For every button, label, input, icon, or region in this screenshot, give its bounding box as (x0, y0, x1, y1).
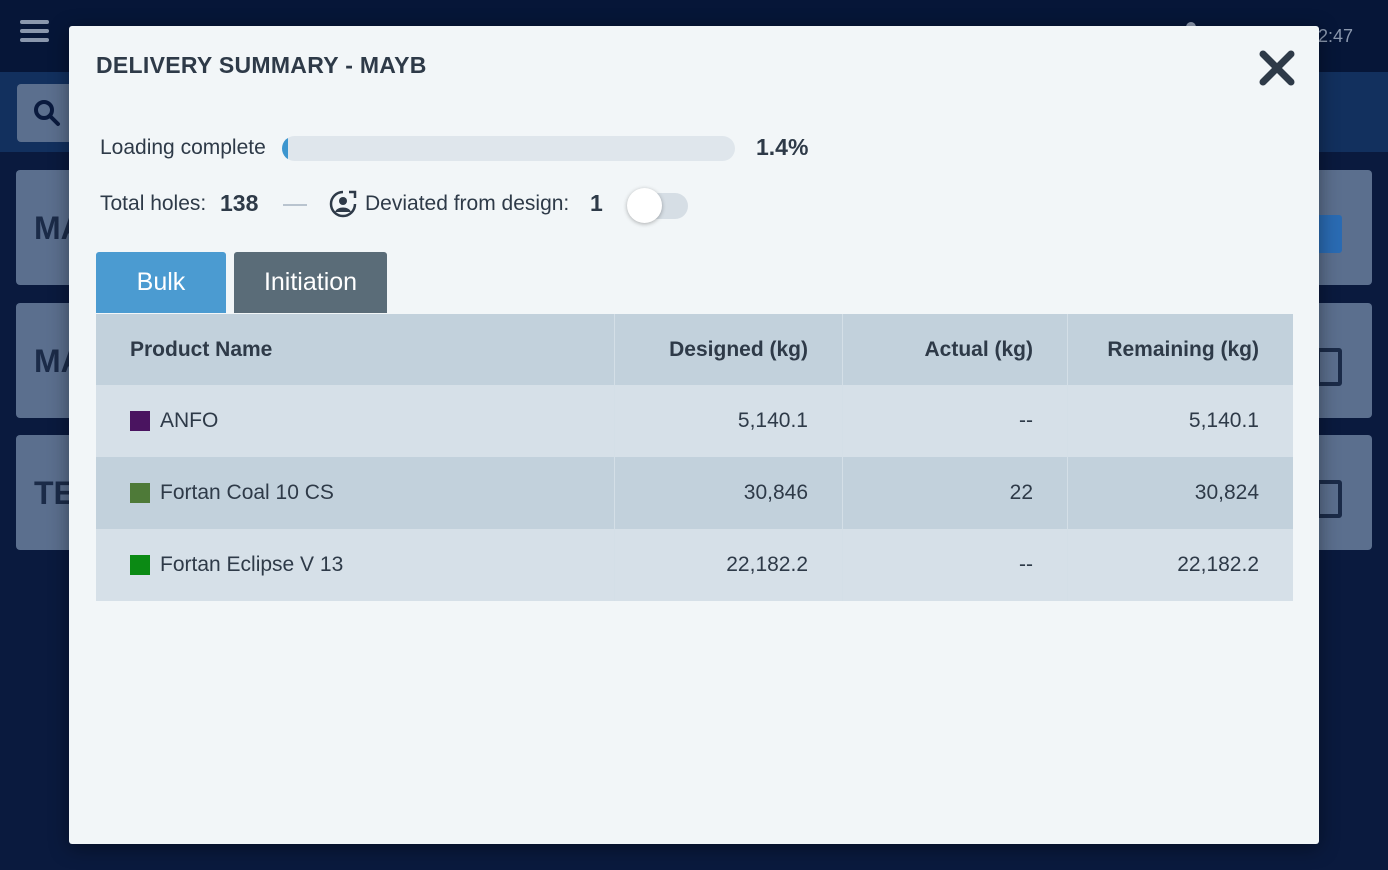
separator-dash (283, 204, 307, 206)
actual-cell: 22 (842, 457, 1067, 529)
modal-title: DELIVERY SUMMARY - MAYB (96, 52, 427, 78)
loading-progress-fill (282, 136, 289, 161)
product-name-cell: Fortan Coal 10 CS (96, 457, 614, 529)
clipboard-icon[interactable] (1316, 480, 1342, 518)
loading-progress-bar (282, 136, 735, 161)
deviated-icon (329, 190, 357, 218)
designed-cell: 5,140.1 (614, 385, 842, 457)
loading-percentage: 1.4% (756, 134, 809, 160)
column-header-product-name: Product Name (130, 337, 273, 361)
table-header: Product Name Designed (kg) Actual (kg) R… (96, 314, 1293, 385)
product-name-cell: Fortan Eclipse V 13 (96, 529, 614, 601)
table-row: Fortan Coal 10 CS 30,846 22 30,824 (96, 457, 1293, 529)
actual-cell: -- (842, 385, 1067, 457)
total-holes-value: 138 (220, 190, 259, 216)
designed-cell: 22,182.2 (614, 529, 842, 601)
designed-cell: 30,846 (614, 457, 842, 529)
product-name: ANFO (160, 409, 219, 432)
toggle-knob (627, 188, 662, 223)
delivery-summary-modal: DELIVERY SUMMARY - MAYB Loading complete… (69, 26, 1319, 844)
product-name-cell: ANFO (96, 385, 614, 457)
deviated-toggle[interactable] (627, 188, 688, 223)
remaining-cell: 30,824 (1067, 457, 1293, 529)
loading-label: Loading complete (100, 136, 266, 159)
deviated-label: Deviated from design: (365, 192, 570, 215)
tab-bulk[interactable]: Bulk (96, 252, 226, 313)
actual-cell: -- (842, 529, 1067, 601)
close-icon (1259, 50, 1295, 86)
remaining-cell: 5,140.1 (1067, 385, 1293, 457)
clock: 2:47 (1318, 26, 1354, 46)
product-name: Fortan Eclipse V 13 (160, 553, 344, 576)
menu-icon[interactable] (20, 20, 49, 46)
remaining-cell: 22,182.2 (1067, 529, 1293, 601)
product-color-swatch (130, 411, 150, 431)
close-button[interactable] (1257, 48, 1297, 88)
table-row: ANFO 5,140.1 -- 5,140.1 (96, 385, 1293, 457)
column-header-actual: Actual (kg) (842, 314, 1067, 385)
table-row: Fortan Eclipse V 13 22,182.2 -- 22,182.2 (96, 529, 1293, 601)
deviated-value: 1 (590, 190, 603, 216)
clipboard-icon[interactable] (1316, 215, 1342, 253)
tab-initiation[interactable]: Initiation (234, 252, 387, 313)
product-color-swatch (130, 483, 150, 503)
product-color-swatch (130, 555, 150, 575)
search-button[interactable] (17, 84, 77, 142)
product-name: Fortan Coal 10 CS (160, 481, 334, 504)
column-header-designed: Designed (kg) (614, 314, 842, 385)
search-icon (34, 100, 60, 126)
column-header-remaining: Remaining (kg) (1067, 314, 1293, 385)
total-holes-label: Total holes: (100, 192, 207, 215)
clipboard-icon[interactable] (1316, 348, 1342, 386)
product-table: Product Name Designed (kg) Actual (kg) R… (96, 314, 1293, 601)
